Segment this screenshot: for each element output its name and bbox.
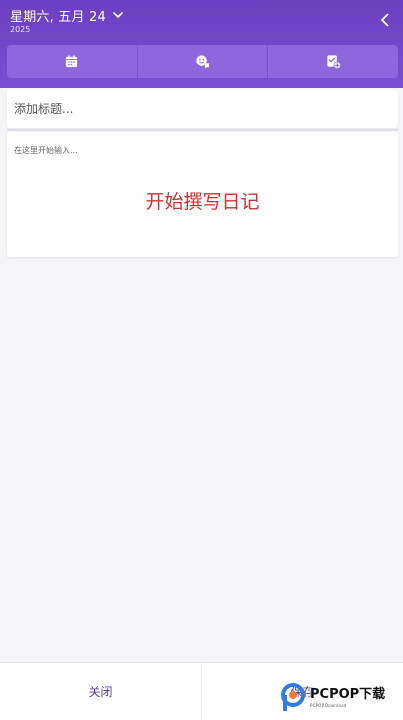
footer-bar: 关闭 保存 — [0, 662, 403, 720]
title-body-divider — [7, 129, 398, 131]
close-button[interactable]: 关闭 — [0, 663, 201, 720]
mood-button[interactable] — [138, 45, 269, 78]
entry-toolbar — [7, 45, 398, 78]
add-task-button[interactable] — [268, 45, 398, 78]
task-add-icon — [327, 55, 341, 69]
calendar-button[interactable] — [7, 45, 138, 78]
diary-body-input[interactable] — [7, 132, 398, 257]
save-button[interactable]: 保存 — [201, 663, 403, 720]
body-card: 开始撰写日记 — [7, 132, 398, 257]
title-card — [7, 90, 398, 128]
chevron-left-icon — [381, 13, 389, 27]
date-selector[interactable]: 星期六, 五月 24 2025 — [10, 6, 124, 34]
chevron-down-icon — [113, 12, 123, 18]
calendar-icon — [66, 55, 78, 68]
title-input[interactable] — [7, 90, 398, 128]
entry-date: 星期六, 五月 24 — [10, 9, 106, 25]
back-button[interactable] — [375, 10, 395, 30]
entry-year: 2025 — [10, 25, 31, 34]
mood-chat-icon — [196, 55, 210, 69]
